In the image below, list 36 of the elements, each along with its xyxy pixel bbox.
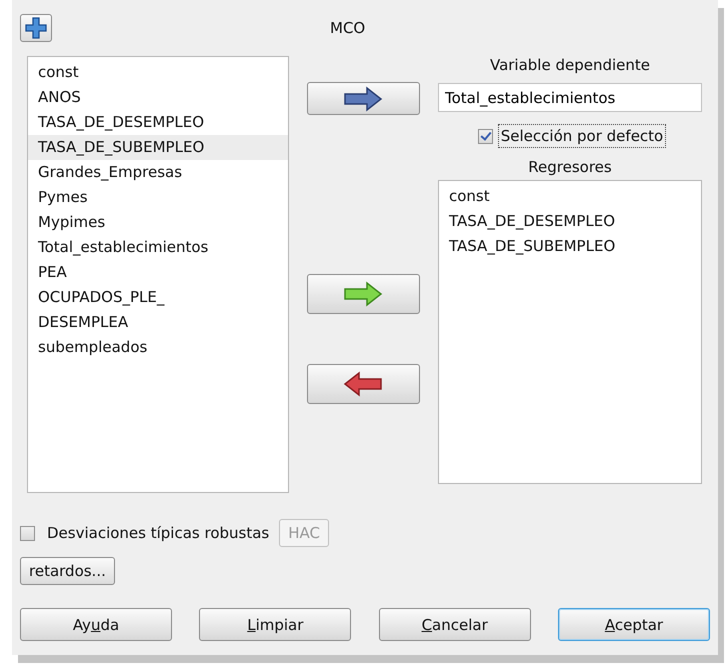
lags-button[interactable]: retardos... xyxy=(20,557,115,585)
add-button[interactable] xyxy=(20,14,52,42)
dialog-button[interactable]: Ayuda xyxy=(20,608,172,641)
dialog-button[interactable]: Limpiar xyxy=(199,608,352,641)
list-item[interactable]: ANOS xyxy=(28,85,288,110)
list-item[interactable]: TASA_DE_SUBEMPLEO xyxy=(28,135,288,160)
left-arrow-icon xyxy=(343,371,383,397)
list-label: Regresores xyxy=(528,158,612,178)
list-item[interactable]: Total_establecimientos xyxy=(28,235,288,260)
checkbox[interactable] xyxy=(20,526,35,540)
arrow-button[interactable] xyxy=(306,82,420,115)
list-item[interactable]: Pymes xyxy=(28,185,288,210)
arrow-button[interactable] xyxy=(306,274,420,314)
arrow-button[interactable] xyxy=(306,364,420,404)
list-item[interactable]: TASA_DE_DESEMPLEO xyxy=(439,209,701,234)
list-item[interactable]: const xyxy=(28,60,288,85)
list-item[interactable]: Mypimes xyxy=(28,210,288,235)
dialog-button[interactable]: Cancelar xyxy=(378,608,531,641)
dependent-variable-field[interactable]: Total_establecimientos xyxy=(438,83,702,112)
window-title: MCO xyxy=(330,19,366,37)
list-item[interactable]: TASA_DE_SUBEMPLEO xyxy=(439,234,701,259)
list-item[interactable]: const xyxy=(439,184,701,209)
list-item[interactable]: subempleados xyxy=(28,335,288,360)
dialog-button[interactable]: Aceptar xyxy=(558,608,710,641)
list-item[interactable]: OCUPADOS_PLE_ xyxy=(28,285,288,310)
list-item[interactable]: PEA xyxy=(28,260,288,285)
list-item[interactable]: Grandes_Empresas xyxy=(28,160,288,185)
field-label: Variable dependiente xyxy=(490,56,650,76)
list-item[interactable]: DESEMPLEA xyxy=(28,310,288,335)
plus-icon xyxy=(25,17,47,39)
checkbox[interactable] xyxy=(478,128,493,144)
right-arrow-icon xyxy=(343,281,383,307)
checkbox-label[interactable]: Desviaciones típicas robustas xyxy=(45,522,272,544)
right-arrow-icon xyxy=(343,86,383,112)
list-item[interactable]: TASA_DE_DESEMPLEO xyxy=(28,110,288,135)
checkbox-label[interactable]: Selección por defecto xyxy=(498,124,666,148)
